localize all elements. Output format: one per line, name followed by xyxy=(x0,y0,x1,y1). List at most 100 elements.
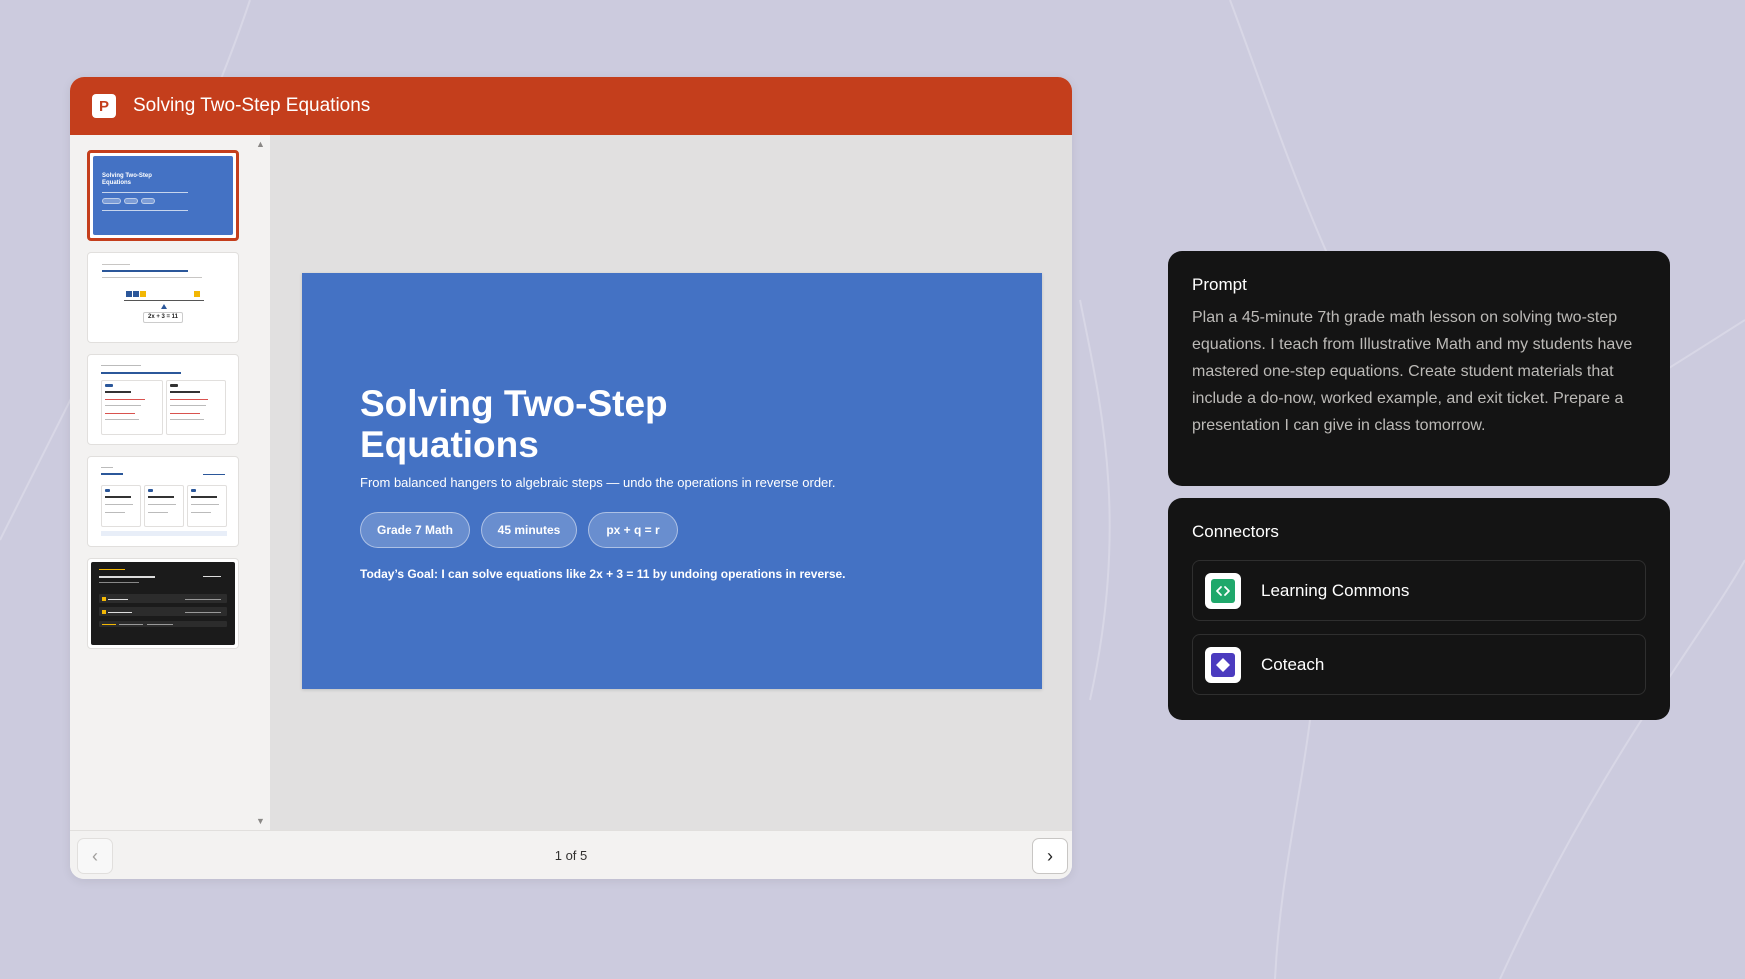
slide-thumbnail-1[interactable]: Solving Two-Step Equations xyxy=(87,150,239,241)
slide-thumbnail-4[interactable] xyxy=(87,456,239,547)
slide-thumbnail-2[interactable]: 2x + 3 = 11 xyxy=(87,252,239,343)
thumbnail-heading xyxy=(101,372,181,374)
thumbnail-pill xyxy=(141,198,155,204)
prompt-panel: Prompt Plan a 45-minute 7th grade math l… xyxy=(1168,251,1670,486)
thumbnail-line xyxy=(170,419,204,420)
slide-pill-grade: Grade 7 Math xyxy=(360,512,470,548)
thumbnail-5-content xyxy=(91,562,235,645)
thumbnail-line xyxy=(170,399,208,400)
title-bar: P Solving Two-Step Equations xyxy=(70,77,1072,135)
thumbnail-chip xyxy=(105,489,110,492)
thumbnail-line xyxy=(99,569,125,570)
thumbnail-block xyxy=(133,291,139,297)
connectors-heading: Connectors xyxy=(1192,522,1279,541)
thumbnail-line xyxy=(191,496,217,498)
thumbnail-line xyxy=(185,612,221,613)
next-slide-button[interactable]: › xyxy=(1032,838,1068,874)
thumbnail-line xyxy=(105,405,141,406)
thumbnail-pill xyxy=(102,198,121,204)
slide-subtitle: From balanced hangers to algebraic steps… xyxy=(360,475,836,490)
thumbnail-hanger-bar xyxy=(124,300,204,301)
thumbnail-line xyxy=(102,624,116,625)
diamond-icon xyxy=(1211,652,1235,677)
thumbnail-block xyxy=(194,291,200,297)
slide-pill-duration: 45 minutes xyxy=(481,512,577,548)
thumbnail-line xyxy=(105,496,131,498)
thumbnail-line xyxy=(101,365,141,366)
powerpoint-icon: P xyxy=(92,94,116,118)
thumbnail-line xyxy=(102,192,188,193)
learning-commons-logo xyxy=(1205,572,1241,609)
slide-canvas: Solving Two-Step Equations From balanced… xyxy=(270,135,1072,830)
connectors-panel: Connectors Learning Commons Coteach xyxy=(1168,498,1670,720)
chevron-right-icon: › xyxy=(1047,845,1053,866)
thumbnail-line xyxy=(105,399,145,400)
page-counter: 1 of 5 xyxy=(554,848,588,863)
current-slide[interactable]: Solving Two-Step Equations From balanced… xyxy=(302,273,1042,689)
prompt-heading: Prompt xyxy=(1192,275,1247,294)
thumbnail-chip xyxy=(105,384,113,387)
thumbnail-line xyxy=(170,391,200,393)
thumbnail-pill xyxy=(124,198,138,204)
thumbnail-chip xyxy=(191,489,196,492)
slide-goal: Today’s Goal: I can solve equations like… xyxy=(360,567,846,581)
thumbnail-marker xyxy=(102,597,106,601)
code-brackets-icon xyxy=(1211,578,1235,603)
thumbnail-card xyxy=(166,380,226,435)
thumbnail-panel: Solving Two-Step Equations 2x + 3 = 11 ▲… xyxy=(70,135,270,830)
thumbnail-line xyxy=(170,405,206,406)
presentation-window: P Solving Two-Step Equations Solving Two… xyxy=(70,77,1072,879)
thumbnail-line xyxy=(105,512,125,513)
thumbnail-marker xyxy=(102,610,106,614)
thumbnail-line xyxy=(102,264,130,265)
thumbnail-block xyxy=(140,291,146,297)
coteach-logo xyxy=(1205,646,1241,683)
thumbnail-line xyxy=(203,474,225,475)
thumbnail-footer-bar xyxy=(101,531,227,536)
scroll-down-icon[interactable]: ▼ xyxy=(256,816,265,826)
thumbnail-line xyxy=(191,504,219,505)
scroll-up-icon[interactable]: ▲ xyxy=(256,139,265,149)
connector-label: Coteach xyxy=(1261,654,1325,674)
slide-pill-form: px + q = r xyxy=(588,512,678,548)
thumbnail-1-content: Solving Two-Step Equations xyxy=(93,156,233,235)
thumbnail-line xyxy=(105,504,133,505)
thumbnail-line xyxy=(147,624,173,625)
thumbnail-line xyxy=(108,599,128,600)
thumbnail-line xyxy=(99,582,139,583)
connector-learning-commons[interactable]: Learning Commons xyxy=(1192,560,1646,621)
slide-thumbnail-3[interactable] xyxy=(87,354,239,445)
thumbnail-line xyxy=(170,413,200,414)
window-title: Solving Two-Step Equations xyxy=(133,95,371,116)
thumbnail-line xyxy=(105,391,131,393)
thumbnail-fulcrum xyxy=(161,304,167,309)
presentation-body: Solving Two-Step Equations 2x + 3 = 11 ▲… xyxy=(70,135,1072,830)
thumbnail-1-title: Solving Two-Step Equations xyxy=(102,173,152,186)
thumbnail-line xyxy=(148,504,176,505)
slide-thumbnail-5[interactable] xyxy=(87,558,239,649)
thumbnail-line xyxy=(105,413,135,414)
thumbnail-line xyxy=(102,210,188,211)
slide-navigation: ‹ 1 of 5 › xyxy=(70,830,1072,879)
thumbnail-4-content xyxy=(88,457,238,546)
thumbnail-3-content xyxy=(88,355,238,444)
thumbnail-line xyxy=(108,612,132,613)
thumbnail-card xyxy=(101,380,163,435)
connector-coteach[interactable]: Coteach xyxy=(1192,634,1646,695)
thumbnail-equation: 2x + 3 = 11 xyxy=(143,312,183,323)
prompt-text: Plan a 45-minute 7th grade math lesson o… xyxy=(1192,309,1633,434)
thumbnail-line xyxy=(203,576,221,577)
thumbnail-line xyxy=(102,277,202,278)
thumbnail-line xyxy=(101,467,113,468)
thumbnail-card xyxy=(187,485,227,527)
thumbnail-chip xyxy=(148,489,153,492)
thumbnail-scrollbar[interactable]: ▲ ▼ xyxy=(252,135,270,830)
thumbnail-heading xyxy=(102,270,188,272)
thumbnail-line xyxy=(148,512,168,513)
thumbnail-card xyxy=(101,485,141,527)
thumbnail-2-content: 2x + 3 = 11 xyxy=(88,253,238,342)
connector-label: Learning Commons xyxy=(1261,580,1410,600)
thumbnail-line xyxy=(191,512,211,513)
slide-title: Solving Two-Step Equations xyxy=(360,383,668,465)
thumbnail-block xyxy=(126,291,132,297)
